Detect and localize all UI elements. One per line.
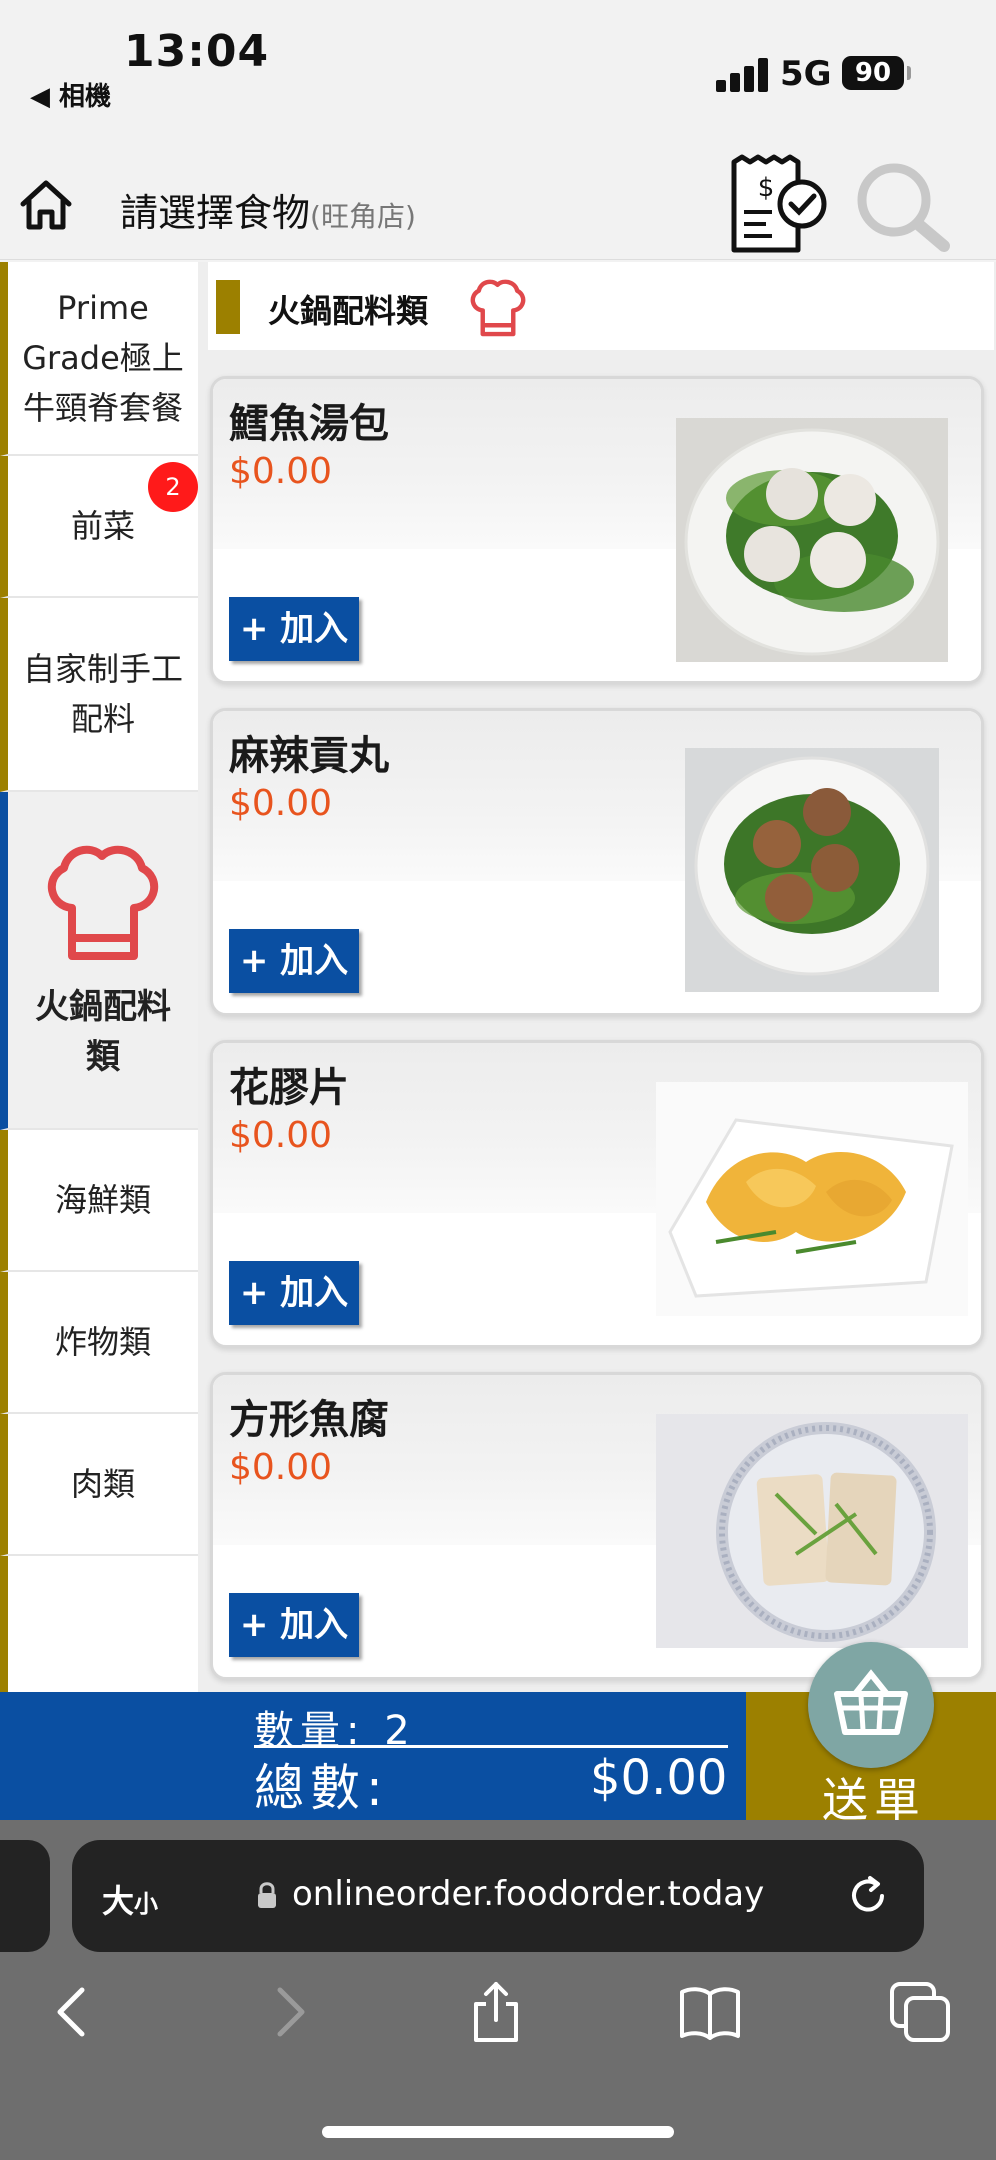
lock-icon [258,1882,276,1908]
status-time: 13:04 [124,26,270,77]
forward-icon[interactable] [256,1980,320,2044]
sidebar-item-more[interactable] [0,1556,198,1692]
sidebar-item-label: 火鍋配料類 [35,987,171,1077]
back-icon[interactable] [42,1980,106,2044]
browser-chrome: 大小 onlineorder.foodorder.today [0,1820,996,2160]
back-to-app-link[interactable]: ◀ 相機 [30,76,111,113]
sidebar-item-handmade[interactable]: 自家制手工配料 [0,598,198,792]
product-name: 麻辣貢丸 [229,733,389,779]
bookmarks-icon[interactable] [678,1980,742,2044]
product-card: 花膠片 $0.00 + 加入 [210,1040,984,1348]
sidebar-item-appetizers[interactable]: 前菜 2 [0,456,198,598]
product-list: 火鍋配料類 鱈魚湯包 $0.00 + 加入 麻辣貢丸 $0.00 + 加入 花膠… [198,262,996,1692]
product-photo[interactable] [676,418,948,662]
receipt-check-icon[interactable]: $ [726,154,830,254]
add-to-order-button[interactable]: + 加入 [229,1261,359,1325]
text-size-button[interactable]: 大小 [102,1876,158,1922]
sidebar-item-fried[interactable]: 炸物類 [0,1272,198,1414]
svg-text:$: $ [758,173,775,203]
product-price: $0.00 [229,783,333,824]
order-total-label: 總數: [254,1759,389,1817]
product-photo[interactable] [656,1082,968,1316]
category-header: 火鍋配料類 [208,262,994,350]
search-icon[interactable] [852,158,952,258]
sidebar-item-label: 海鮮類 [54,1181,151,1219]
app-header: 請選擇食物(旺角店) $ [0,130,996,260]
add-to-order-button[interactable]: + 加入 [229,1593,359,1657]
product-price: $0.00 [229,1115,333,1156]
sidebar-item-hotpot[interactable]: 火鍋配料類 [0,792,198,1130]
sidebar-item-label: 肉類 [70,1465,135,1503]
product-card: 麻辣貢丸 $0.00 + 加入 [210,708,984,1016]
signal-icon [716,58,768,92]
product-price: $0.00 [229,451,333,492]
tabs-icon[interactable] [888,1980,952,2044]
product-card: 鱈魚湯包 $0.00 + 加入 [210,376,984,684]
url-text: onlineorder.foodorder.today [292,1874,765,1914]
address-bar[interactable]: 大小 onlineorder.foodorder.today [72,1840,924,1952]
store-name: (旺角店) [310,200,416,233]
sidebar-item-prime-grade[interactable]: Prime Grade極上牛頸脊套餐 [0,262,198,456]
share-icon[interactable] [464,1980,528,2044]
category-title: 火鍋配料類 [268,292,429,330]
category-accent-bar [216,280,240,334]
product-price: $0.00 [229,1447,333,1488]
battery-cap [907,66,911,80]
sidebar-item-label: 炸物類 [54,1323,151,1361]
home-icon[interactable] [18,178,74,232]
chef-hat-icon [470,279,526,337]
sidebar-item-meat[interactable]: 肉類 [0,1414,198,1556]
product-photo[interactable] [685,748,939,992]
sidebar-item-seafood[interactable]: 海鮮類 [0,1130,198,1272]
product-card: 方形魚腐 $0.00 + 加入 [210,1372,984,1680]
sidebar-item-label: Prime Grade極上牛頸脊套餐 [22,289,184,427]
battery-icon: 90 [842,56,904,90]
page-title-text: 請選擇食物 [120,191,311,235]
order-total-value: $0.00 [590,1750,728,1806]
product-name: 鱈魚湯包 [229,401,389,447]
sidebar-item-label: 前菜 [70,507,135,545]
product-photo[interactable] [656,1414,968,1648]
chef-hat-icon [47,845,159,960]
status-bar: 13:04 ◀ 相機 5G 90 [0,0,996,130]
add-to-order-button[interactable]: + 加入 [229,929,359,993]
home-indicator[interactable] [322,2126,674,2138]
previous-tab[interactable] [0,1840,50,1952]
category-sidebar: Prime Grade極上牛頸脊套餐 前菜 2 自家制手工配料 火鍋配料類 海鮮… [0,262,198,1692]
basket-button[interactable] [808,1642,934,1768]
add-to-order-button[interactable]: + 加入 [229,597,359,661]
cart-count-badge: 2 [148,462,198,512]
basket-icon [834,1669,908,1735]
product-name: 方形魚腐 [229,1397,389,1443]
reload-icon[interactable] [846,1874,890,1918]
network-label: 5G [780,54,832,94]
product-name: 花膠片 [229,1065,349,1111]
page-title: 請選擇食物(旺角店) [120,182,416,237]
sidebar-item-label: 自家制手工配料 [22,650,183,738]
text-size-large: 大 [102,1882,135,1920]
text-size-small: 小 [134,1890,159,1918]
